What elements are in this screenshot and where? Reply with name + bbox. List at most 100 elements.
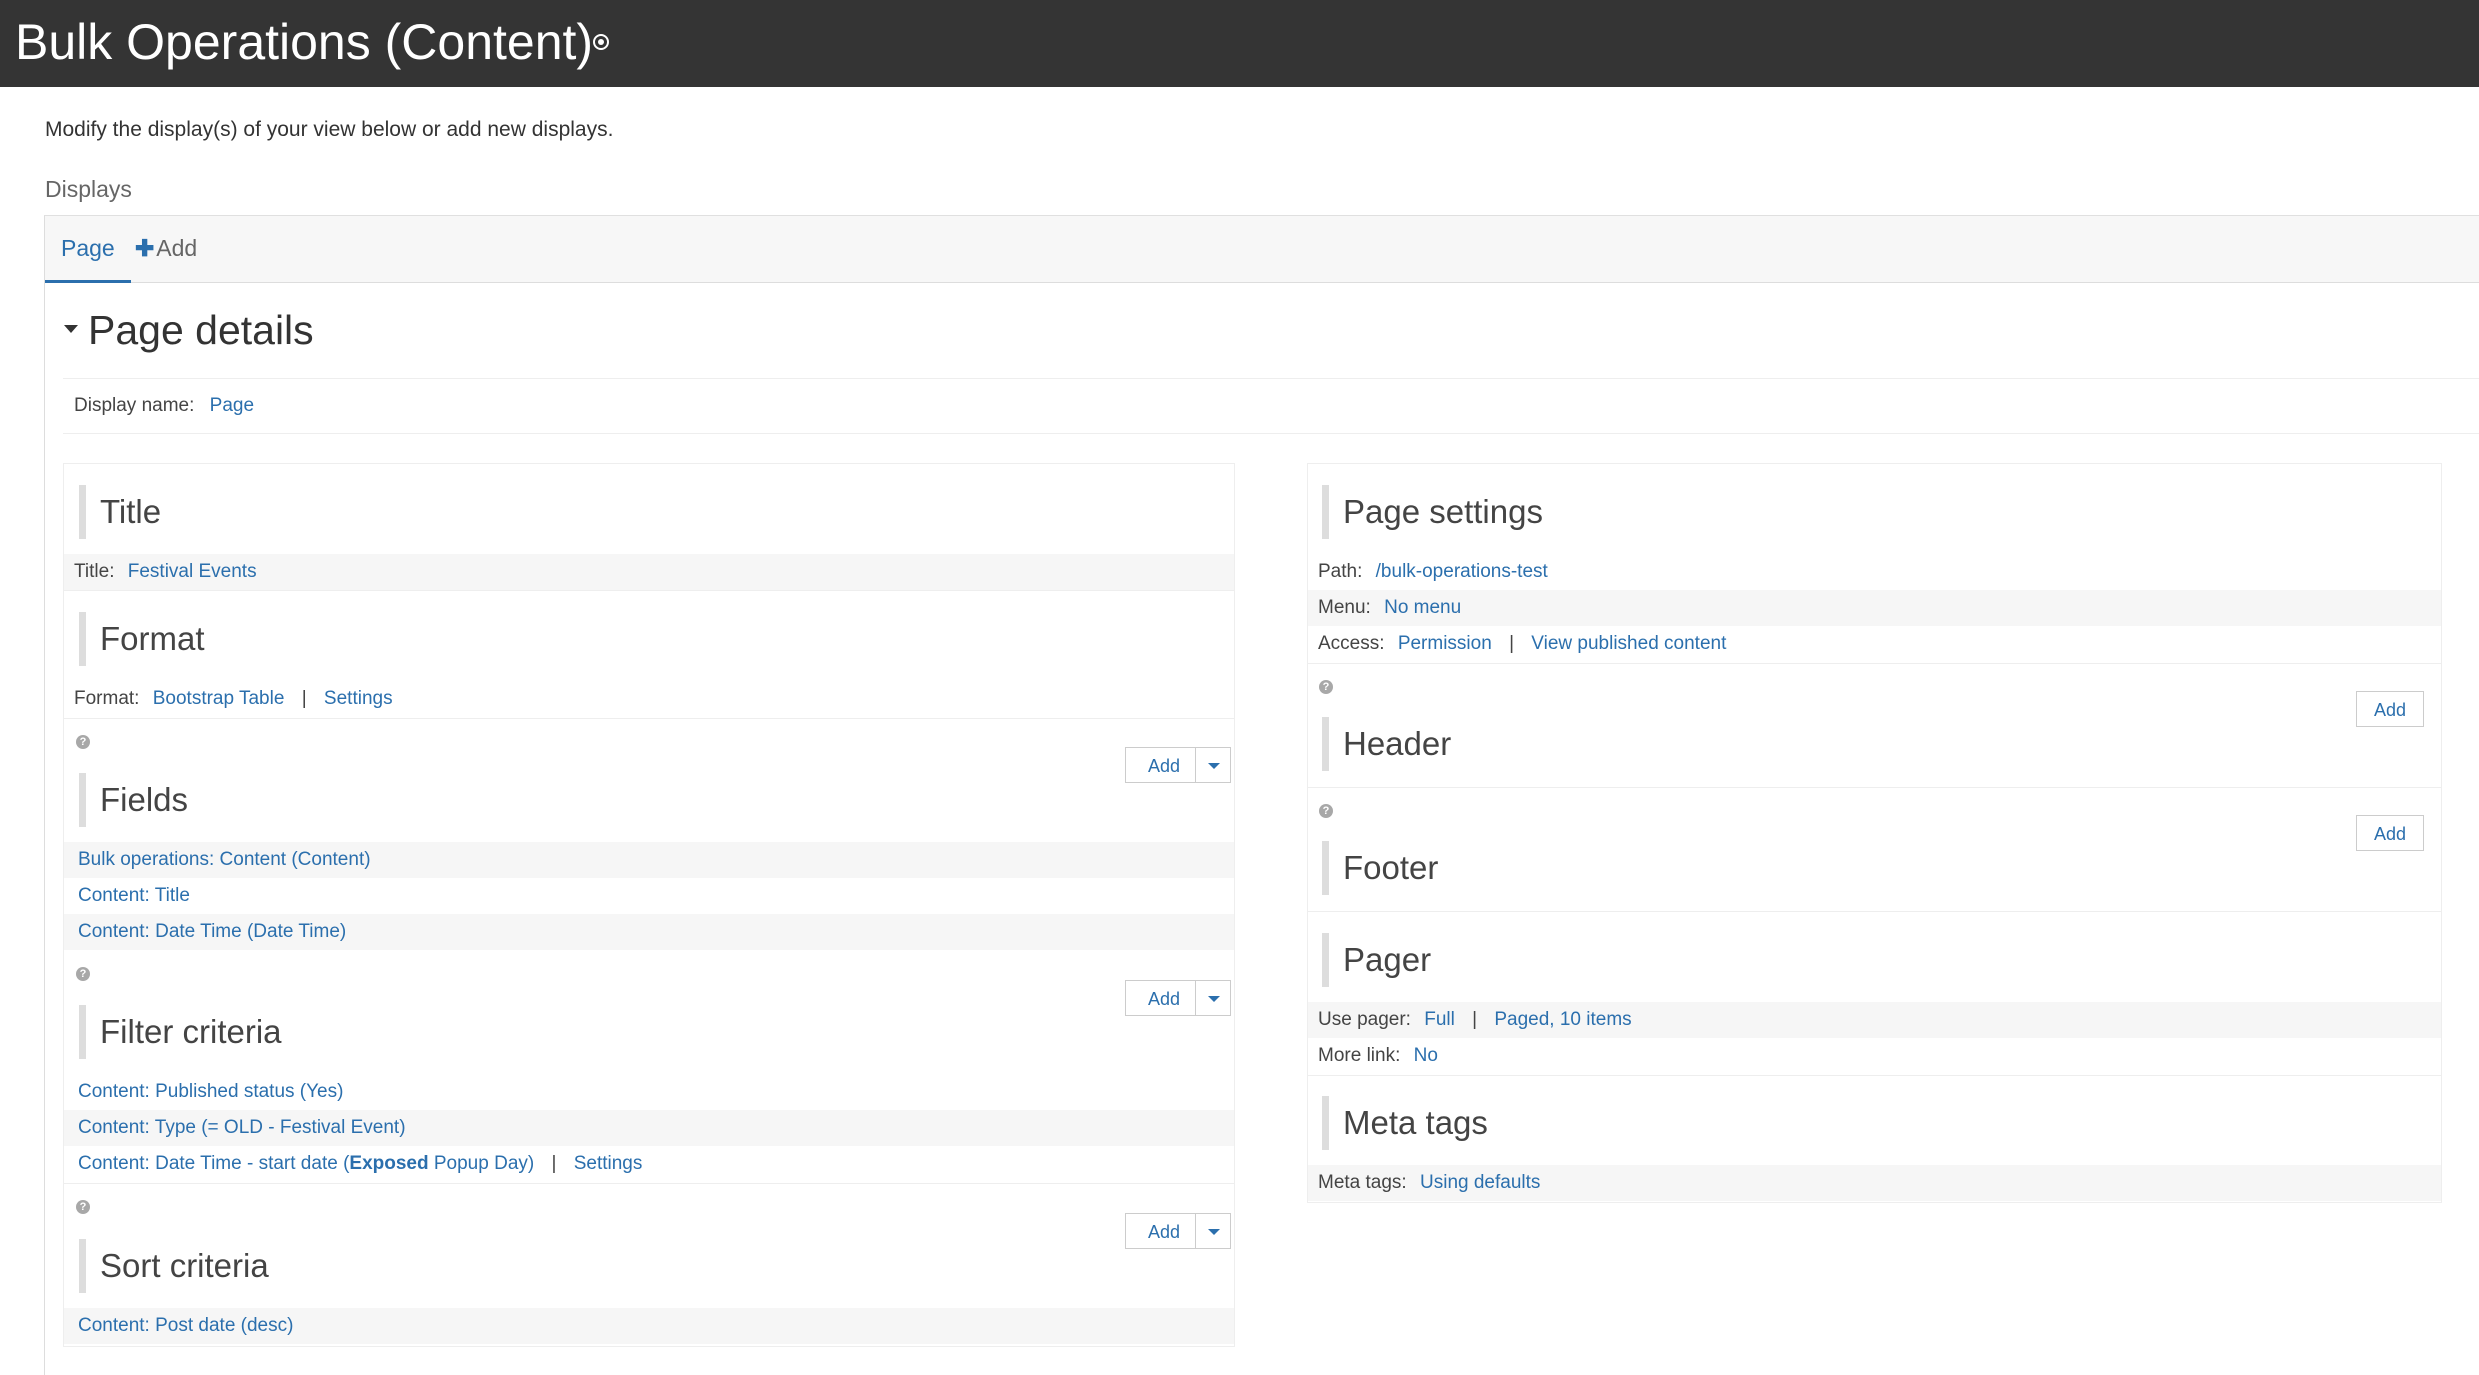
access-row: Access: Permission | View published cont… xyxy=(1308,626,2441,662)
tab-page[interactable]: Page xyxy=(45,216,131,283)
list-item: Content: Type (= OLD - Festival Event) xyxy=(64,1110,1234,1146)
help-icon[interactable]: ? xyxy=(76,967,90,981)
separator: | xyxy=(551,1153,557,1174)
path-link[interactable]: /bulk-operations-test xyxy=(1376,561,1548,582)
menu-label: Menu: xyxy=(1318,597,1371,618)
separator: | xyxy=(1472,1009,1478,1030)
title-section-heading: Title xyxy=(79,485,161,539)
chevron-down-icon[interactable] xyxy=(1195,748,1230,782)
separator: | xyxy=(1509,633,1515,654)
filter-suffix: Popup Day) xyxy=(428,1153,535,1174)
access-label: Access: xyxy=(1318,633,1385,654)
top-bar: Bulk Operations (Content) xyxy=(0,0,2479,87)
list-item: Content: Post date (desc) xyxy=(64,1308,1234,1344)
divider xyxy=(1308,911,2441,912)
divider xyxy=(1308,1075,2441,1076)
more-link-value[interactable]: No xyxy=(1414,1045,1438,1066)
exposed-label: Exposed xyxy=(349,1153,429,1174)
field-link[interactable]: Content: Title xyxy=(78,885,190,906)
format-section-heading: Format xyxy=(79,612,205,666)
header-section-heading: Header xyxy=(1322,717,1451,771)
help-icon[interactable]: ? xyxy=(76,735,90,749)
use-pager-row: Use pager: Full | Paged, 10 items xyxy=(1308,1002,2441,1038)
filter-link-date[interactable]: Content: Date Time - start date (Exposed… xyxy=(78,1153,534,1174)
field-link[interactable]: Bulk operations: Content (Content) xyxy=(78,849,371,870)
divider xyxy=(1308,787,2441,788)
use-pager-link[interactable]: Full xyxy=(1424,1009,1455,1030)
separator: | xyxy=(301,688,307,709)
divider xyxy=(64,718,1234,719)
header-add-button[interactable]: Add xyxy=(2356,691,2425,727)
menu-row: Menu: No menu xyxy=(1308,590,2441,626)
sort-link[interactable]: Content: Post date (desc) xyxy=(78,1315,293,1336)
tab-add-display[interactable]: ✚Add xyxy=(135,216,197,280)
list-item: Content: Title xyxy=(64,878,1234,914)
filter-section-heading: Filter criteria xyxy=(79,1005,282,1059)
filter-add-label: Add xyxy=(1148,989,1181,1009)
fields-section-heading: Fields xyxy=(79,773,188,827)
footer-add-button[interactable]: Add xyxy=(2356,815,2425,851)
right-column: Page settings Path: /bulk-operations-tes… xyxy=(1307,463,2442,1203)
pager-section-heading: Pager xyxy=(1322,933,1431,987)
filter-settings-link[interactable]: Settings xyxy=(574,1153,643,1174)
chevron-down-icon[interactable] xyxy=(1195,981,1230,1015)
fields-add-label: Add xyxy=(1148,756,1181,776)
field-link[interactable]: Content: Date Time (Date Time) xyxy=(78,921,346,942)
pin-icon[interactable] xyxy=(593,34,609,50)
meta-tags-heading: Meta tags xyxy=(1322,1096,1488,1150)
format-settings-link[interactable]: Settings xyxy=(324,688,393,709)
access-detail-link[interactable]: View published content xyxy=(1531,633,1726,654)
filter-add-button[interactable]: Add xyxy=(1125,980,1232,1016)
fields-add-button[interactable]: Add xyxy=(1125,747,1232,783)
access-link[interactable]: Permission xyxy=(1398,633,1492,654)
format-label: Format: xyxy=(74,688,140,709)
sort-add-label: Add xyxy=(1148,1222,1181,1242)
title-label: Title: xyxy=(74,561,115,582)
filter-prefix: Content: Date Time - start date ( xyxy=(78,1153,350,1174)
display-name-row: Display name: Page xyxy=(63,378,2479,434)
format-row: Format: Bootstrap Table | Settings xyxy=(64,681,1234,717)
plus-icon: ✚ xyxy=(135,235,155,261)
path-label: Path: xyxy=(1318,561,1363,582)
meta-tags-label: Meta tags: xyxy=(1318,1172,1407,1193)
footer-section-heading: Footer xyxy=(1322,841,1438,895)
chevron-down-icon[interactable] xyxy=(1195,1214,1230,1248)
path-row: Path: /bulk-operations-test xyxy=(1308,554,2441,590)
list-item: Content: Date Time - start date (Exposed… xyxy=(64,1146,1234,1182)
add-display-label: Add xyxy=(156,235,198,261)
help-icon[interactable]: ? xyxy=(76,1200,90,1214)
sort-add-button[interactable]: Add xyxy=(1125,1213,1232,1249)
format-link[interactable]: Bootstrap Table xyxy=(153,688,285,709)
list-item: Content: Date Time (Date Time) xyxy=(64,914,1234,950)
more-link-row: More link: No xyxy=(1308,1038,2441,1074)
menu-link[interactable]: No menu xyxy=(1384,597,1461,618)
title-link[interactable]: Festival Events xyxy=(128,561,257,582)
list-item: Content: Published status (Yes) xyxy=(64,1074,1234,1110)
page-settings-heading: Page settings xyxy=(1322,485,1543,539)
display-tabs: Page ✚Add xyxy=(44,215,2479,283)
paged-link[interactable]: Paged, 10 items xyxy=(1494,1009,1631,1030)
divider xyxy=(64,590,1234,591)
filter-link[interactable]: Content: Type (= OLD - Festival Event) xyxy=(78,1117,406,1138)
display-name-link[interactable]: Page xyxy=(210,395,254,416)
page-title: Bulk Operations (Content) xyxy=(15,14,594,70)
use-pager-label: Use pager: xyxy=(1318,1009,1411,1030)
filter-link[interactable]: Content: Published status (Yes) xyxy=(78,1081,343,1102)
divider xyxy=(1308,663,2441,664)
left-column: Title Title: Festival Events Format Form… xyxy=(63,463,1235,1347)
help-icon[interactable]: ? xyxy=(1319,680,1333,694)
caret-down-icon xyxy=(64,325,78,334)
meta-tags-link[interactable]: Using defaults xyxy=(1420,1172,1540,1193)
page-details-heading[interactable]: Page details xyxy=(64,302,314,358)
more-link-label: More link: xyxy=(1318,1045,1401,1066)
page-details-title: Page details xyxy=(88,307,314,353)
intro-text: Modify the display(s) of your view below… xyxy=(45,118,614,141)
sort-section-heading: Sort criteria xyxy=(79,1239,269,1293)
title-row: Title: Festival Events xyxy=(64,554,1234,590)
displays-label: Displays xyxy=(45,176,132,202)
help-icon[interactable]: ? xyxy=(1319,804,1333,818)
meta-tags-row: Meta tags: Using defaults xyxy=(1308,1165,2441,1201)
list-item: Bulk operations: Content (Content) xyxy=(64,842,1234,878)
display-name-label: Display name: xyxy=(74,395,195,416)
divider xyxy=(64,1183,1234,1184)
